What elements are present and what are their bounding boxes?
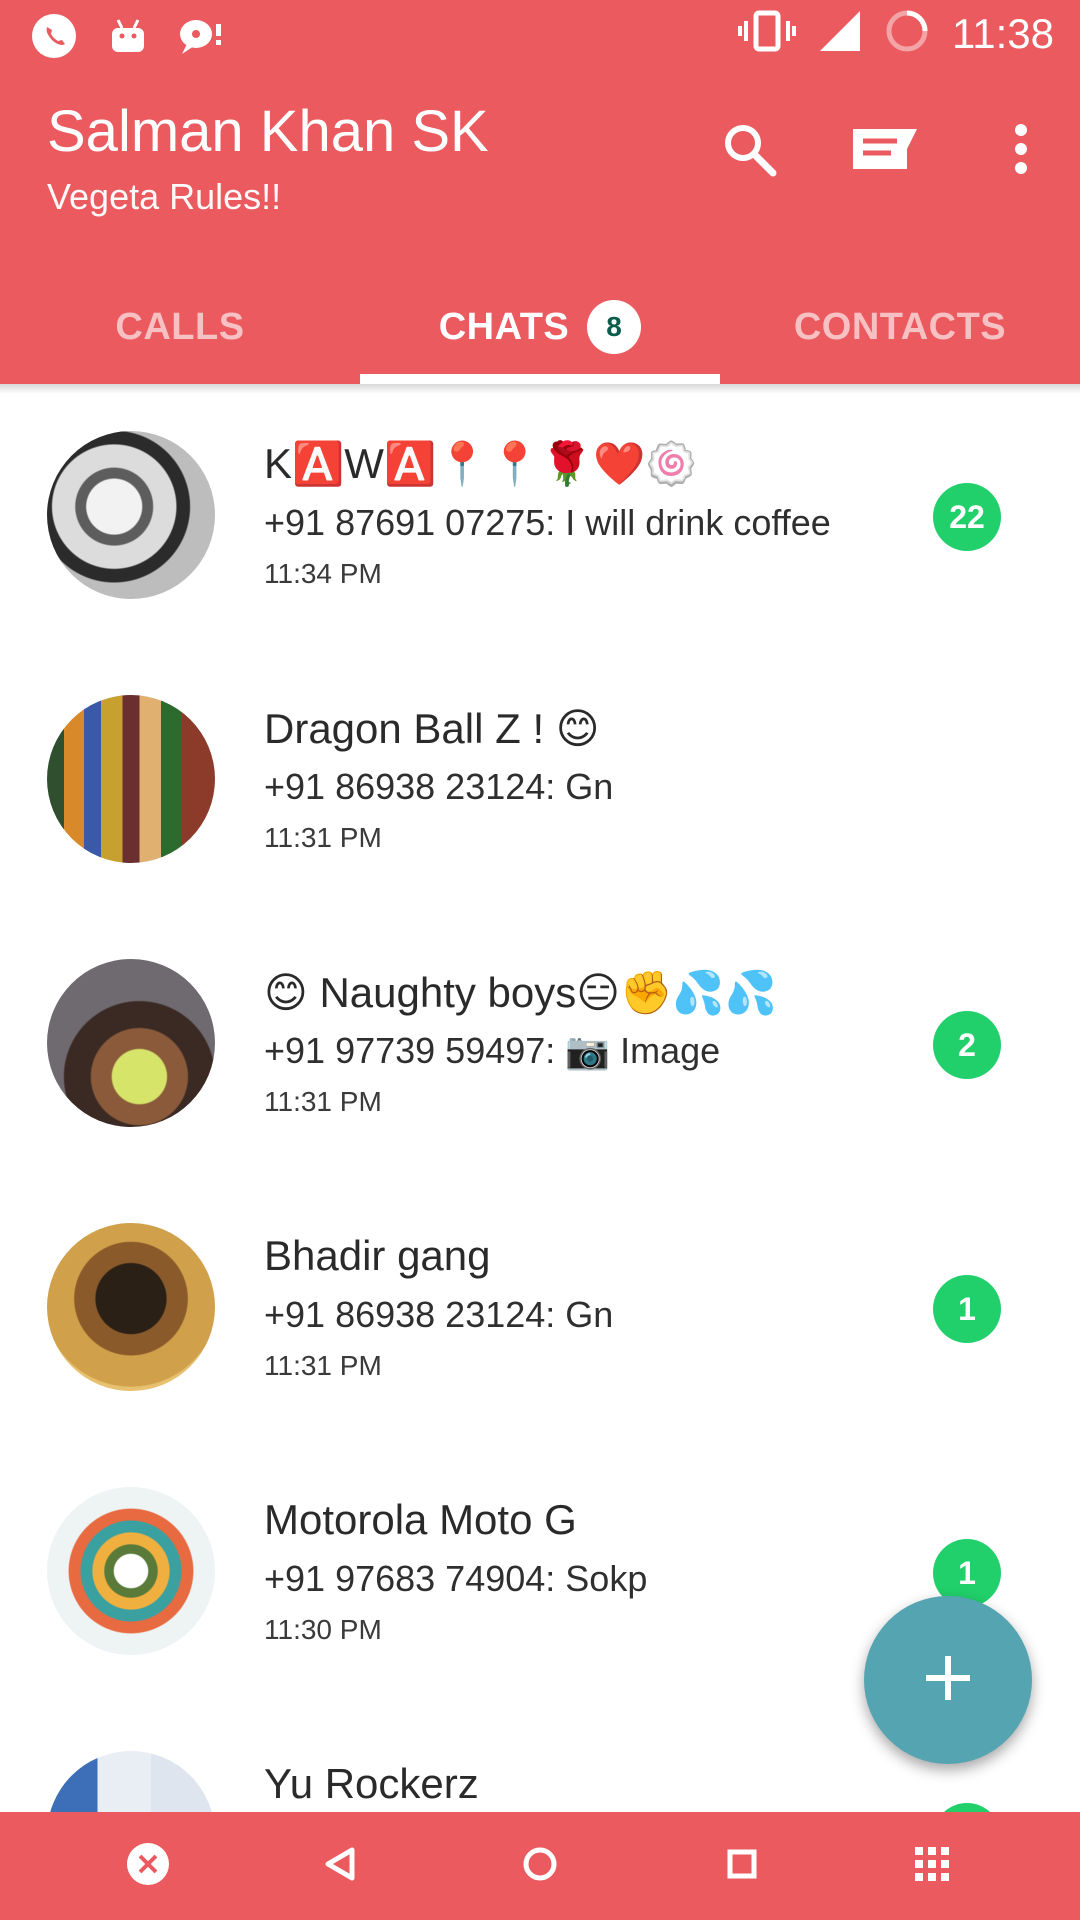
chat-last-message: +91 97739 59497: 📷 Image [264, 1030, 721, 1071]
chat-name: 😊 Naughty boys😑✊💦💦 [264, 969, 777, 1016]
back-button[interactable] [314, 1840, 366, 1892]
unread-badge: 2 [933, 1011, 1001, 1079]
chat-name: K🅰️W🅰️📍📍🌹❤️🍥 [264, 440, 698, 487]
chat-time: 11:31 PM [264, 1350, 382, 1381]
tab-calls-label: CALLS [115, 305, 245, 348]
chat-last-message: +91 97683 74904: Sokp [264, 1558, 648, 1599]
search-icon [721, 121, 777, 182]
plus-icon [924, 1654, 972, 1707]
home-icon [520, 1844, 560, 1889]
chat-last-message: +91 87691 07275: I will drink coffee [264, 502, 831, 543]
chat-name: Dragon Ball Z ! 😊 [264, 705, 600, 752]
battery-ring-icon [884, 8, 930, 59]
app-bar: 11:38 Salman Khan SK Vegeta Rules!! CALL… [0, 0, 1080, 384]
chat-last-message: +91 86938 23124: Gn [264, 766, 614, 807]
tab-chats-badge: 8 [587, 300, 642, 354]
apps-grid-button[interactable] [906, 1840, 958, 1892]
unread-badge [933, 1803, 1001, 1812]
chat-item-naughty-boys[interactable]: 😊 Naughty boys😑✊💦💦 +91 97739 59497: 📷 Im… [0, 922, 1080, 1186]
appbar-shadow [0, 384, 1080, 394]
back-icon [320, 1844, 360, 1889]
tab-indicator [360, 374, 720, 384]
chat-item-kawa[interactable]: K🅰️W🅰️📍📍🌹❤️🍥 +91 87691 07275: I will dri… [0, 394, 1080, 658]
avatar[interactable] [47, 695, 215, 863]
overflow-menu-button[interactable] [992, 122, 1050, 180]
avatar[interactable] [47, 959, 215, 1127]
home-button[interactable] [514, 1840, 566, 1892]
close-circle-icon [125, 1841, 171, 1892]
avatar[interactable] [47, 431, 215, 599]
android-icon [106, 14, 150, 63]
status-bar: 11:38 [0, 0, 1080, 72]
message-button[interactable] [853, 122, 917, 180]
tab-chats-label: CHATS [438, 305, 570, 348]
chat-time: 11:31 PM [264, 822, 382, 853]
tab-contacts[interactable]: CONTACTS [720, 270, 1080, 384]
chat-list: K🅰️W🅰️📍📍🌹❤️🍥 +91 87691 07275: I will dri… [0, 394, 1080, 1812]
signal-icon [818, 9, 862, 58]
system-nav-bar [0, 1812, 1080, 1920]
vibrate-icon [738, 9, 796, 58]
page-title: Salman Khan SK [47, 99, 489, 164]
new-chat-fab[interactable] [864, 1596, 1032, 1764]
tab-chats[interactable]: CHATS 8 [360, 270, 720, 384]
avatar[interactable] [47, 1487, 215, 1655]
avatar[interactable] [47, 1223, 215, 1391]
search-button[interactable] [720, 122, 778, 180]
chat-item-bhadir-gang[interactable]: Bhadir gang +91 86938 23124: Gn 11:31 PM… [0, 1186, 1080, 1450]
message-icon [851, 125, 919, 178]
avatar[interactable] [47, 1751, 215, 1812]
tab-bar: CALLS CHATS 8 CONTACTS [0, 270, 1080, 384]
unread-badge: 1 [933, 1275, 1001, 1343]
recents-icon [724, 1846, 760, 1887]
status-time: 11:38 [952, 9, 1054, 57]
unread-badge: 22 [933, 483, 1001, 551]
close-button[interactable] [122, 1840, 174, 1892]
overflow-menu-icon [1013, 123, 1029, 180]
chat-time: 11:31 PM [264, 1086, 382, 1117]
chat-item-dragon-ball-z[interactable]: Dragon Ball Z ! 😊 +91 86938 23124: Gn 11… [0, 658, 1080, 922]
chat-last-message: +91 86938 23124: Gn [264, 1294, 614, 1335]
whatsapp-icon [28, 10, 80, 67]
chat-bubble-icon [176, 14, 228, 63]
tab-contacts-label: CONTACTS [793, 305, 1007, 348]
chat-time: 11:30 PM [264, 1614, 382, 1645]
chat-name: Yu Rockerz [264, 1760, 479, 1807]
recents-button[interactable] [716, 1840, 768, 1892]
page-subtitle: Vegeta Rules!! [47, 176, 282, 217]
chat-time: 11:34 PM [264, 558, 382, 589]
chat-name: Bhadir gang [264, 1232, 491, 1279]
tab-calls[interactable]: CALLS [0, 270, 360, 384]
apps-grid-icon [913, 1845, 951, 1888]
chat-name: Motorola Moto G [264, 1496, 577, 1543]
